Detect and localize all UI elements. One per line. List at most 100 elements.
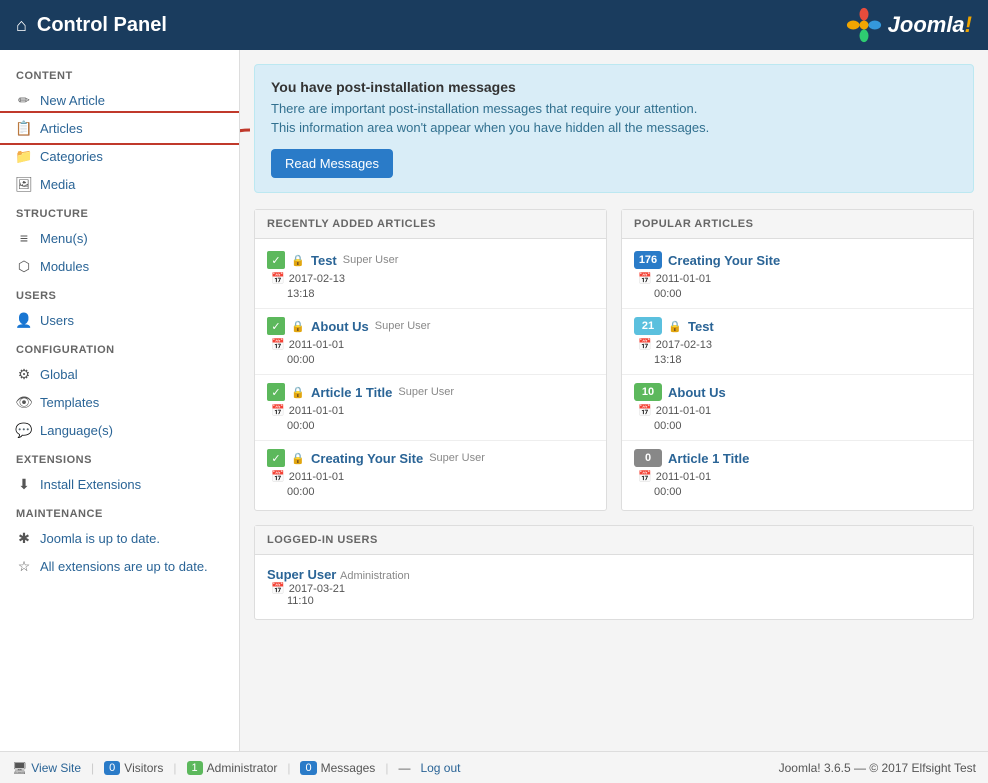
sidebar-item-global[interactable]: ⚙ Global xyxy=(0,360,239,388)
sidebar-label-global: Global xyxy=(40,367,78,382)
install-icon: ⬇ xyxy=(16,476,32,492)
header-title: Control Panel xyxy=(37,14,167,37)
calendar-icon: 📅 xyxy=(638,338,652,351)
footer-version: Joomla! 3.6.5 — © 2017 Elfsight Test xyxy=(779,761,976,775)
sidebar-label-joomla-uptodate: Joomla is up to date. xyxy=(40,531,160,546)
article-time: 00:00 xyxy=(287,420,594,432)
view-site-link[interactable]: View Site xyxy=(31,761,81,775)
calendar-icon: 📅 xyxy=(271,582,285,595)
templates-icon: 👁 xyxy=(16,394,32,410)
calendar-icon: 📅 xyxy=(638,272,652,285)
popular-article-title[interactable]: Test xyxy=(688,319,714,334)
table-row: ✓ 🔒 Article 1 Title Super User 📅 2011-01… xyxy=(255,375,606,441)
view-count-badge: 10 xyxy=(634,383,662,401)
article-time: 00:00 xyxy=(287,486,594,498)
sidebar-item-media[interactable]: 🖼 Media xyxy=(0,170,239,198)
calendar-icon: 📅 xyxy=(271,404,285,417)
sidebar-item-install-extensions[interactable]: ⬇ Install Extensions xyxy=(0,470,239,498)
popular-article-title[interactable]: Article 1 Title xyxy=(668,451,749,466)
sidebar-section-content: CONTENT xyxy=(0,60,239,86)
article-title[interactable]: Creating Your Site xyxy=(311,451,423,466)
article-title[interactable]: About Us xyxy=(311,319,369,334)
check-icon: ✓ xyxy=(267,449,285,467)
sidebar-section-users: USERS xyxy=(0,280,239,306)
article-author: Super User xyxy=(429,452,485,464)
popular-article-title[interactable]: About Us xyxy=(668,385,726,400)
article-author: Super User xyxy=(375,320,431,332)
sidebar-label-languages: Language(s) xyxy=(40,423,113,438)
footer: 🖥 View Site | 0 Visitors | 1 Administrat… xyxy=(0,751,988,783)
article-author: Super User xyxy=(343,254,399,266)
sidebar: CONTENT ✏ New Article 📋 Articles 📁 Categ… xyxy=(0,50,240,751)
article-date: 2011-01-01 xyxy=(289,405,344,417)
sidebar-section-structure: STRUCTURE xyxy=(0,198,239,224)
banner-title: You have post-installation messages xyxy=(271,79,957,95)
sidebar-item-extensions-uptodate[interactable]: ☆ All extensions are up to date. xyxy=(0,552,239,580)
list-item: 0 Article 1 Title 📅 2011-01-01 00:00 xyxy=(622,441,973,506)
footer-separator-line: — xyxy=(398,761,410,775)
sidebar-item-new-article[interactable]: ✏ New Article xyxy=(0,86,239,114)
joomla-uptodate-icon: ✱ xyxy=(16,530,32,546)
admin-label: Administrator xyxy=(207,761,278,775)
sidebar-item-menus[interactable]: ≡ Menu(s) xyxy=(0,224,239,252)
view-count-badge: 21 xyxy=(634,317,662,335)
joomla-brand-text: Joomla! xyxy=(888,12,972,38)
sidebar-item-categories[interactable]: 📁 Categories xyxy=(0,142,239,170)
popular-articles-panel: POPULAR ARTICLES 176 Creating Your Site … xyxy=(621,209,974,511)
logged-user-time: 11:10 xyxy=(287,595,961,607)
popular-article-title[interactable]: Creating Your Site xyxy=(668,253,780,268)
check-icon: ✓ xyxy=(267,317,285,335)
article-title[interactable]: Article 1 Title xyxy=(311,385,392,400)
sidebar-item-articles[interactable]: 📋 Articles xyxy=(0,114,239,142)
header: ⌂ Control Panel Joomla! xyxy=(0,0,988,50)
article-title[interactable]: Test xyxy=(311,253,337,268)
layout: CONTENT ✏ New Article 📋 Articles 📁 Categ… xyxy=(0,50,988,751)
recently-added-panel: RECENTLY ADDED ARTICLES ✓ 🔒 Test Super U… xyxy=(254,209,607,511)
article-date: 2011-01-01 xyxy=(289,471,344,483)
home-icon: ⌂ xyxy=(16,15,27,36)
sidebar-label-templates: Templates xyxy=(40,395,99,410)
sidebar-item-modules[interactable]: ⬡ Modules xyxy=(0,252,239,280)
popular-article-time: 00:00 xyxy=(654,288,961,300)
article-time: 13:18 xyxy=(287,288,594,300)
view-count-badge: 0 xyxy=(634,449,662,467)
messages-count-badge: 0 xyxy=(300,761,316,775)
banner-line1: There are important post-installation me… xyxy=(271,101,957,116)
popular-article-date: 2011-01-01 xyxy=(656,405,711,417)
global-icon: ⚙ xyxy=(16,366,32,382)
sidebar-label-categories: Categories xyxy=(40,149,103,164)
logout-link[interactable]: Log out xyxy=(420,761,460,775)
calendar-icon: 📅 xyxy=(638,470,652,483)
article-author: Super User xyxy=(398,386,454,398)
modules-icon: ⬡ xyxy=(16,258,32,274)
list-item: Super User Administration 📅 2017-03-21 1… xyxy=(255,559,973,615)
check-icon: ✓ xyxy=(267,251,285,269)
footer-visitors: 0 Visitors xyxy=(104,761,163,775)
languages-icon: 💬 xyxy=(16,422,32,438)
sidebar-section-configuration: CONFIGURATION xyxy=(0,334,239,360)
joomla-logo: Joomla! xyxy=(846,7,972,43)
lock-icon: 🔒 xyxy=(291,319,305,333)
header-left: ⌂ Control Panel xyxy=(16,14,167,37)
sidebar-item-users[interactable]: 👤 Users xyxy=(0,306,239,334)
lock-icon: 🔒 xyxy=(668,319,682,333)
categories-icon: 📁 xyxy=(16,148,32,164)
extensions-uptodate-icon: ☆ xyxy=(16,558,32,574)
sidebar-item-templates[interactable]: 👁 Templates xyxy=(0,388,239,416)
lock-icon: 🔒 xyxy=(291,385,305,399)
main-content: You have post-installation messages Ther… xyxy=(240,50,988,751)
visitors-label: Visitors xyxy=(124,761,163,775)
read-messages-button[interactable]: Read Messages xyxy=(271,149,393,178)
sidebar-label-extensions-uptodate: All extensions are up to date. xyxy=(40,559,208,574)
recently-added-header: RECENTLY ADDED ARTICLES xyxy=(255,210,606,239)
footer-view-site[interactable]: 🖥 View Site xyxy=(12,761,81,775)
popular-articles-header: POPULAR ARTICLES xyxy=(622,210,973,239)
footer-admin: 1 Administrator xyxy=(187,761,278,775)
logged-in-users-body: Super User Administration 📅 2017-03-21 1… xyxy=(255,555,973,619)
admin-count-badge: 1 xyxy=(187,761,203,775)
logged-user-date: 2017-03-21 xyxy=(289,583,345,595)
menus-icon: ≡ xyxy=(16,230,32,246)
sidebar-item-languages[interactable]: 💬 Language(s) xyxy=(0,416,239,444)
sidebar-item-joomla-uptodate[interactable]: ✱ Joomla is up to date. xyxy=(0,524,239,552)
sidebar-section-extensions: EXTENSIONS xyxy=(0,444,239,470)
